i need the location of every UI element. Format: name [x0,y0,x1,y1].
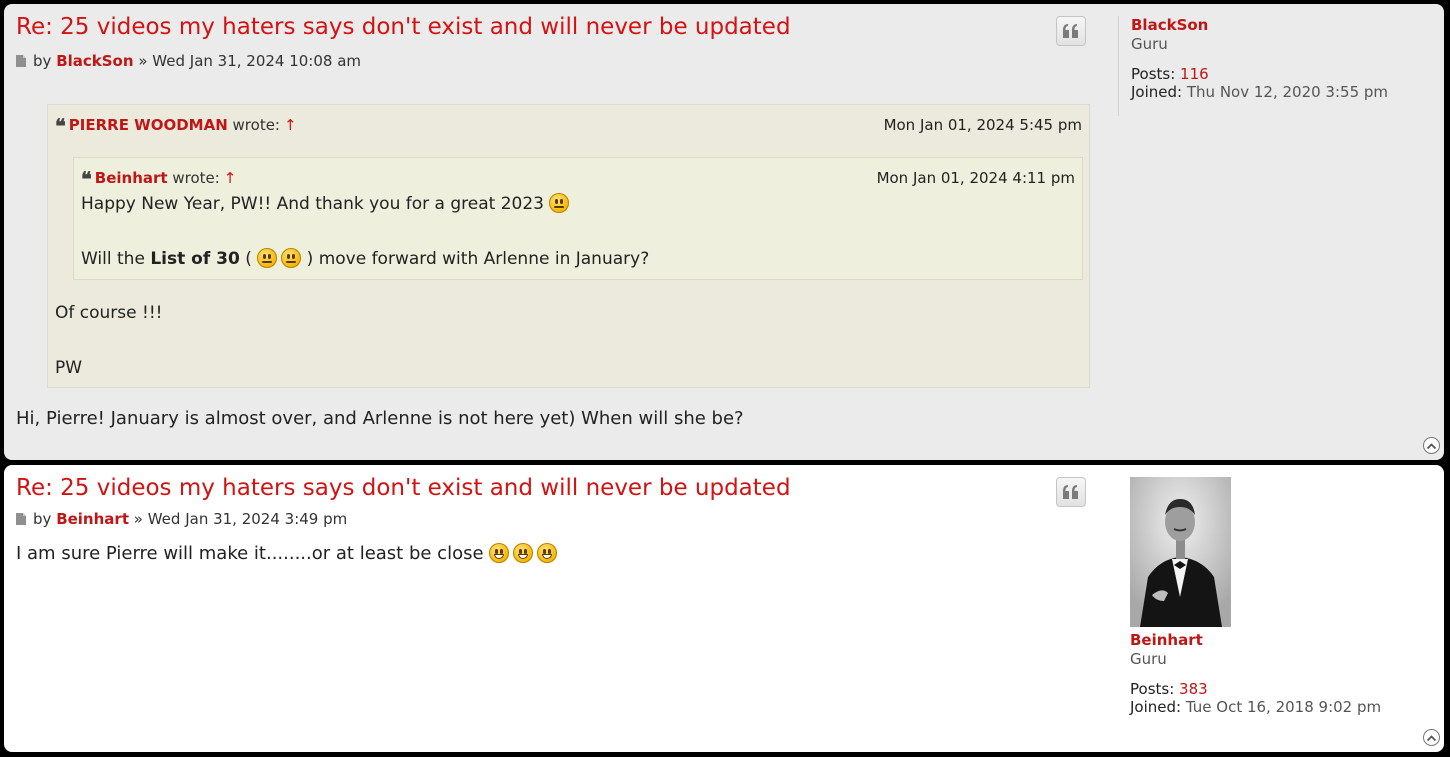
profile-username-link[interactable]: BlackSon [1131,16,1441,34]
quote-reply-line-1: Of course !!! [55,303,163,323]
post-file-icon[interactable] [16,55,26,67]
nested-quote-wrote-label: wrote: [172,169,220,187]
back-to-top-icon [1427,734,1436,741]
post-title[interactable]: Re: 25 videos my haters says don't exist… [16,475,791,501]
post-body-text: I am sure Pierre will make it........or … [16,543,484,564]
neutral-face-emoji-icon [549,193,570,213]
back-to-top-button[interactable] [1423,729,1440,746]
post-date: Wed Jan 31, 2024 10:08 am [152,52,362,70]
post-byline: by BlackSon » Wed Jan 31, 2024 10:08 am [16,52,361,70]
profile-posts-label: Posts: [1131,65,1176,83]
profile-username-link[interactable]: Beinhart [1130,631,1440,649]
quote-mark-icon: ❝ [81,167,92,191]
quote-mark-icon: ❝ [55,114,66,138]
nested-quote-date: Mon Jan 01, 2024 4:11 pm [876,169,1075,187]
post-author-link[interactable]: Beinhart [56,510,129,528]
post-2: Re: 25 videos my haters says don't exist… [4,465,1444,752]
nested-quote-bold-text: List of 30 [150,249,240,269]
nested-quote-author-link[interactable]: Beinhart [95,169,168,187]
profile-posts: Posts: 116 [1131,65,1441,83]
post-body: Hi, Pierre! January is almost over, and … [16,408,744,429]
profile-rank: Guru [1130,650,1167,668]
quote-reply-line-2: PW [55,358,83,378]
post-date: Wed Jan 31, 2024 3:49 pm [147,510,348,528]
quote-button[interactable] [1056,16,1086,46]
jump-to-quoted-post-icon[interactable]: ↑ [224,169,237,187]
neutral-face-emoji-icon [257,248,278,268]
nested-quote-cite: ❝ Beinhart wrote: ↑ [81,169,236,189]
post-1: Re: 25 videos my haters says don't exist… [4,4,1444,460]
profile-joined: Joined: Tue Oct 16, 2018 9:02 pm [1130,698,1440,716]
byline-separator: » [133,510,143,528]
profile-joined-label: Joined: [1130,698,1182,716]
quote-author-link[interactable]: PIERRE WOODMAN [69,116,228,134]
by-prefix: by [33,510,52,528]
quote-wrote-label: wrote: [232,116,280,134]
nested-quote-paren: ( [239,249,252,269]
profile-posts-label: Posts: [1130,680,1175,698]
grin-emoji-icon [489,543,510,563]
nested-quote-block: ❝ Beinhart wrote: ↑ Mon Jan 01, 2024 4:11 … [73,157,1083,280]
nested-quote-text-pre: Will the [81,249,151,269]
post-title[interactable]: Re: 25 videos my haters says don't exist… [16,14,791,40]
quote-icon [1063,24,1078,38]
grin-emoji-icon [513,543,534,563]
nested-quote-line-2: Will the List of 30 ( ) move forward wit… [81,248,649,269]
profile-joined-label: Joined: [1131,83,1183,101]
nested-quote-text: Happy New Year, PW!! And thank you for a… [81,194,544,214]
avatar[interactable] [1130,477,1231,627]
post-body: I am sure Pierre will make it........or … [16,543,558,564]
profile-joined-date: Tue Oct 16, 2018 9:02 pm [1185,698,1382,716]
nested-quote-text-post: ) move forward with Arlenne in January? [306,249,650,269]
back-to-top-button[interactable] [1423,437,1440,454]
quote-button[interactable] [1056,477,1086,507]
quote-block: ❝ PIERRE WOODMAN wrote: ↑ Mon Jan 01, 2024… [47,104,1090,388]
author-profile: BlackSon Guru Posts: 116 Joined: Thu Nov… [1118,16,1441,116]
nested-quote-line-1: Happy New Year, PW!! And thank you for a… [81,193,570,214]
grin-emoji-icon [537,543,558,563]
jump-to-quoted-post-icon[interactable]: ↑ [284,116,297,134]
profile-posts: Posts: 383 [1130,680,1440,698]
author-profile: Beinhart Guru Posts: 383 Joined: Tue Oct… [1118,477,1440,716]
profile-posts-count-link[interactable]: 383 [1179,680,1208,698]
quote-icon [1063,485,1078,499]
profile-joined-date: Thu Nov 12, 2020 3:55 pm [1186,83,1389,101]
neutral-face-emoji-icon [281,248,302,268]
byline-separator: » [138,52,148,70]
quote-date: Mon Jan 01, 2024 5:45 pm [883,116,1082,134]
back-to-top-icon [1427,442,1436,449]
by-prefix: by [33,52,52,70]
profile-posts-count-link[interactable]: 116 [1180,65,1209,83]
post-file-icon[interactable] [16,513,26,525]
post-author-link[interactable]: BlackSon [56,52,133,70]
profile-joined: Joined: Thu Nov 12, 2020 3:55 pm [1131,83,1441,101]
post-byline: by Beinhart » Wed Jan 31, 2024 3:49 pm [16,510,347,528]
quote-cite: ❝ PIERRE WOODMAN wrote: ↑ [55,116,297,136]
profile-rank: Guru [1131,35,1168,53]
